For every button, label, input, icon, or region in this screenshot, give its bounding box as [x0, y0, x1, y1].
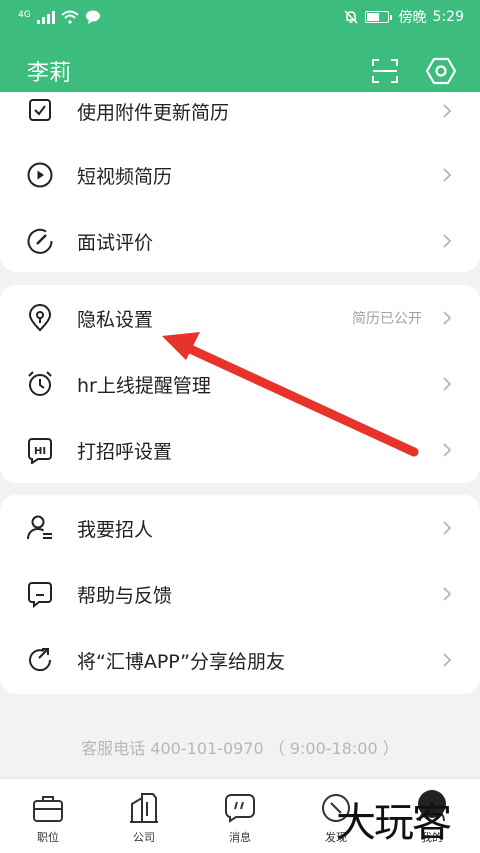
watermark-text: 大玩客: [336, 800, 452, 846]
mute-bell-icon: [344, 10, 358, 24]
menu-item-interview-review[interactable]: 面试评价: [0, 208, 480, 274]
signal-icon: [36, 10, 55, 24]
menu-label: 面试评价: [77, 231, 154, 254]
message-icon: [223, 791, 257, 825]
nav-tab-jobs[interactable]: 职位: [13, 791, 83, 845]
status-bar: 4G 傍晚 5:29: [0, 0, 480, 34]
menu-label: 打招呼设置: [77, 440, 173, 463]
chevron-right-icon: [440, 653, 454, 667]
chevron-right-icon: [440, 168, 454, 182]
battery-icon: [364, 11, 392, 23]
chevron-right-icon: [440, 234, 454, 248]
menu-item-update-resume[interactable]: 使用附件更新简历: [0, 78, 480, 144]
status-time: 5:29: [432, 9, 464, 25]
menu-card-resume: 使用附件更新简历 短视频简历 面试评价: [0, 92, 480, 272]
nav-tab-messages[interactable]: 消息: [205, 791, 275, 845]
chevron-right-icon: [440, 377, 454, 391]
menu-card-settings: 隐私设置 简历已公开 hr上线提醒管理 HI 打招呼设置: [0, 285, 480, 483]
network-type: 4G: [18, 10, 31, 20]
chat-notification-icon: [85, 10, 100, 24]
chevron-right-icon: [440, 311, 454, 325]
recruit-person-icon: [26, 514, 54, 542]
menu-item-privacy-settings[interactable]: 隐私设置 简历已公开: [0, 285, 480, 351]
nav-tab-companies[interactable]: 公司: [109, 791, 179, 845]
menu-label: 我要招人: [77, 518, 154, 541]
privacy-status: 简历已公开: [352, 311, 422, 327]
chevron-right-icon: [440, 443, 454, 457]
document-icon: [26, 97, 54, 125]
hi-bubble-icon: HI: [26, 436, 54, 464]
location-shield-icon: [26, 304, 54, 332]
nav-label: 公司: [133, 831, 155, 844]
chevron-right-icon: [440, 587, 454, 601]
briefcase-icon: [31, 791, 65, 825]
menu-item-hr-online-reminder[interactable]: hr上线提醒管理: [0, 351, 480, 417]
menu-label: hr上线提醒管理: [77, 374, 211, 397]
rating-icon: [26, 227, 54, 255]
nav-label: 消息: [229, 831, 251, 844]
carrier-label: 傍晚: [398, 10, 427, 26]
status-right: 傍晚 5:29: [343, 7, 464, 27]
status-left: 4G: [18, 10, 101, 24]
menu-label: 短视频简历: [77, 165, 173, 188]
menu-card-more: 我要招人 帮助与反馈 将“汇博APP”分享给朋友: [0, 495, 480, 694]
chevron-right-icon: [440, 521, 454, 535]
customer-service-hotline[interactable]: 客服电话 400-101-0970 （ 9:00-18:00 ）: [0, 735, 480, 759]
menu-label: 将“汇博APP”分享给朋友: [77, 650, 285, 673]
feedback-icon: [26, 580, 54, 608]
svg-text:HI: HI: [34, 446, 46, 457]
menu-item-greeting-settings[interactable]: HI 打招呼设置: [0, 417, 480, 483]
play-circle-icon: [26, 161, 54, 189]
menu-label: 隐私设置: [77, 308, 154, 331]
wifi-icon: [61, 10, 79, 24]
menu-label: 帮助与反馈: [77, 584, 173, 607]
menu-item-help-feedback[interactable]: 帮助与反馈: [0, 561, 480, 627]
menu-label: 使用附件更新简历: [77, 101, 230, 124]
menu-item-recruit[interactable]: 我要招人: [0, 495, 480, 561]
nav-label: 职位: [37, 831, 59, 844]
chevron-right-icon: [440, 104, 454, 118]
share-icon: [26, 646, 54, 674]
menu-item-share-app[interactable]: 将“汇博APP”分享给朋友: [0, 627, 480, 693]
alarm-clock-icon: [26, 370, 54, 398]
building-icon: [127, 791, 161, 825]
menu-item-video-resume[interactable]: 短视频简历: [0, 142, 480, 208]
